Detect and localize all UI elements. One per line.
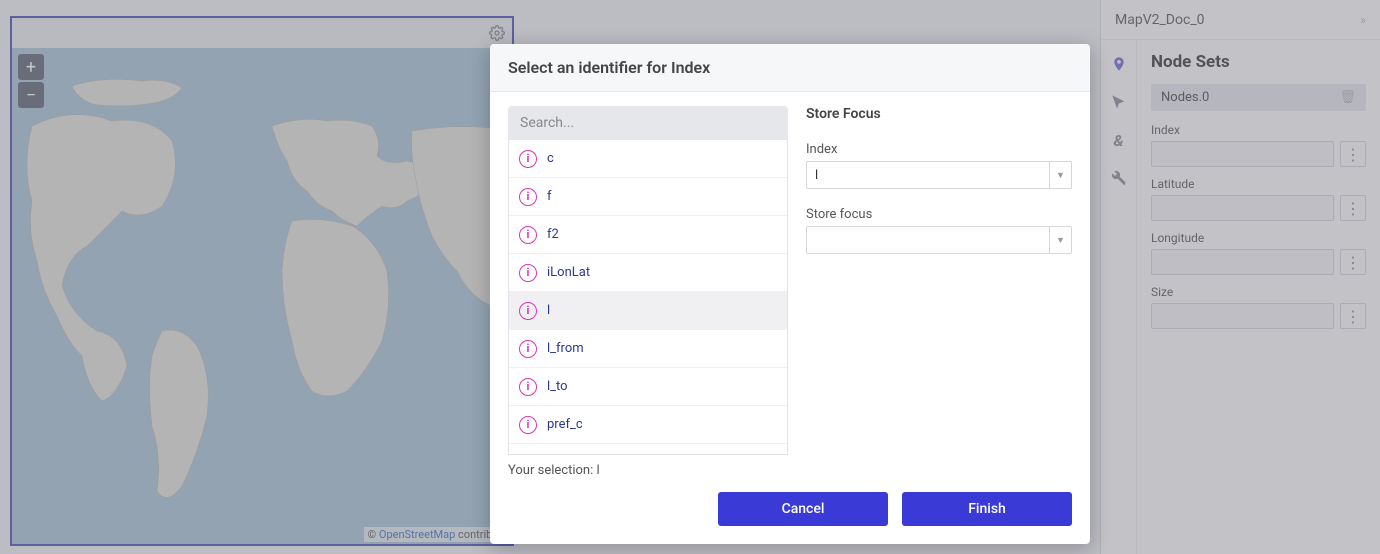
identifier-item-l_from[interactable]: i l_from [509,330,787,368]
longitude-input[interactable] [1151,249,1334,275]
pin-icon[interactable] [1109,54,1129,74]
field-menu-button[interactable]: ⋮ [1340,249,1366,275]
wrench-icon[interactable] [1109,168,1129,188]
cancel-button[interactable]: Cancel [718,492,888,526]
identifier-item-l[interactable]: il [509,292,787,330]
identifier-list: icifif2iiLonLatilil_fromil_toipref_c [508,140,788,455]
node-chip[interactable]: Nodes.0 🗑 [1151,84,1366,111]
info-icon: i [519,340,537,358]
identifier-label: f [547,189,552,204]
identifier-label: l_from [547,341,584,356]
collapse-icon[interactable]: » [1360,13,1366,27]
zoom-in-button[interactable]: + [18,54,44,80]
right-panel: MapV2_Doc_0 » & Node Sets Nodes.0 🗑 Inde… [1100,0,1380,554]
identifier-label: l_to [547,379,568,394]
index-input[interactable] [1151,141,1334,167]
field-menu-button[interactable]: ⋮ [1340,303,1366,329]
link-icon[interactable]: & [1109,130,1129,150]
field-menu-button[interactable]: ⋮ [1340,195,1366,221]
identifier-label: pref_c [547,417,583,432]
field-label-size: Size [1151,285,1366,299]
modal-title: Select an identifier for Index [490,44,1090,92]
delete-icon[interactable]: 🗑 [1339,90,1356,105]
right-panel-iconcol: & [1101,40,1137,554]
info-icon: i [519,188,537,206]
latitude-input[interactable] [1151,195,1334,221]
store-focus-label: Store focus [806,207,1072,222]
size-input[interactable] [1151,303,1334,329]
identifier-item-f2[interactable]: i f2 [509,216,787,254]
field-menu-button[interactable]: ⋮ [1340,141,1366,167]
chevron-down-icon: ▼ [1049,227,1071,253]
info-icon: i [519,302,537,320]
info-icon: i [519,378,537,396]
gear-icon[interactable] [486,22,508,44]
identifier-item-iLonLat[interactable]: i iLonLat [509,254,787,292]
info-icon: i [519,226,537,244]
map-panel: + − © OpenStreetMap contribut [10,16,514,546]
field-label-longitude: Longitude [1151,231,1366,245]
index-select[interactable]: l ▼ [806,161,1072,189]
chevron-down-icon: ▼ [1049,162,1071,188]
identifier-modal: Select an identifier for Index icifif2ii… [490,44,1090,544]
field-label-latitude: Latitude [1151,177,1366,191]
store-focus-select[interactable]: ▼ [806,226,1072,254]
cursor-icon[interactable] [1109,92,1129,112]
index-label: Index [806,142,1072,157]
identifier-item-l_to[interactable]: i l_to [509,368,787,406]
map-canvas[interactable] [12,48,512,544]
map-attribution: © OpenStreetMap contribut [364,527,507,542]
identifier-item-pref_c[interactable]: i pref_c [509,406,787,444]
identifier-label: l [547,303,550,318]
osm-link[interactable]: OpenStreetMap [379,528,455,541]
doc-title: MapV2_Doc_0 [1115,12,1204,28]
map-toolbar [12,18,512,48]
identifier-item-f[interactable]: if [509,178,787,216]
identifier-label: iLonLat [547,265,590,280]
search-input[interactable] [508,106,788,140]
selection-row: Your selection: l [490,455,1090,478]
field-label-index: Index [1151,123,1366,137]
store-focus-title: Store Focus [806,106,1072,122]
finish-button[interactable]: Finish [902,492,1072,526]
identifier-label: f2 [547,227,559,242]
info-icon: i [519,416,537,434]
identifier-item-c[interactable]: ic [509,140,787,178]
info-icon: i [519,264,537,282]
node-sets-title: Node Sets [1151,52,1366,72]
identifier-label: c [547,151,554,166]
info-icon: i [519,150,537,168]
zoom-controls: + − [18,54,44,110]
right-panel-header: MapV2_Doc_0 » [1101,0,1380,40]
zoom-out-button[interactable]: − [18,82,44,108]
